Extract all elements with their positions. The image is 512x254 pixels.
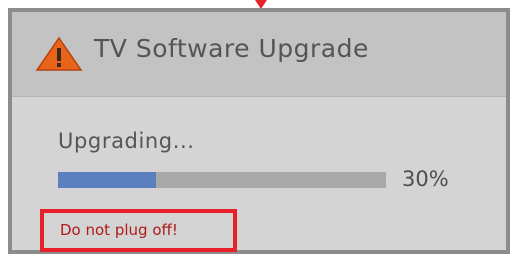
upgrade-progress-bar xyxy=(58,172,386,188)
warning-message: Do not plug off! xyxy=(60,221,178,239)
dialog-title: TV Software Upgrade xyxy=(94,34,369,63)
progress-percent: 30% xyxy=(402,167,449,191)
warning-triangle-icon xyxy=(35,36,83,71)
upgrade-status-label: Upgrading... xyxy=(58,129,195,153)
title-divider xyxy=(12,96,506,97)
progress-bar-fill xyxy=(58,172,157,188)
dialog-titlebar: TV Software Upgrade xyxy=(12,12,506,96)
software-upgrade-dialog: TV Software Upgrade Upgrading... 30% Do … xyxy=(8,8,510,254)
warning-highlight-box: Do not plug off! xyxy=(40,209,237,252)
